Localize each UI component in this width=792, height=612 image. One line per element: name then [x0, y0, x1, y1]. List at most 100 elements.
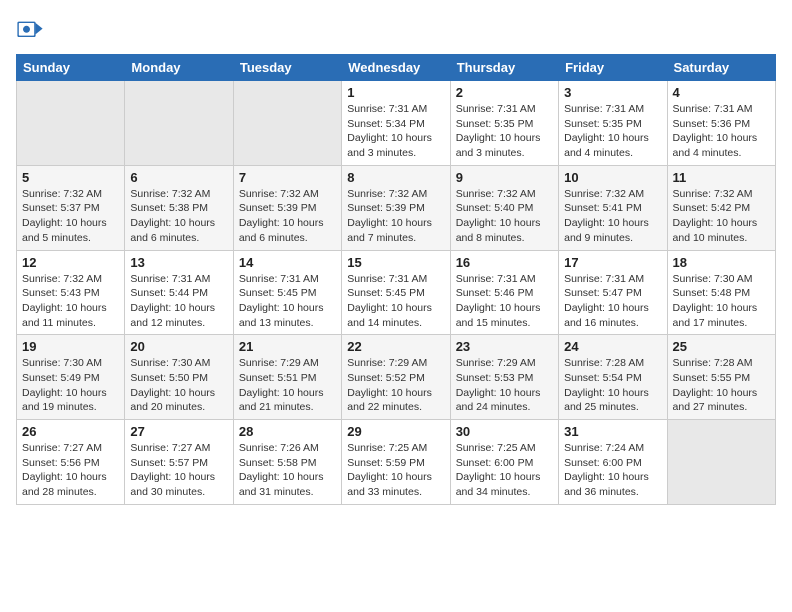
day-number: 11 — [673, 170, 770, 185]
calendar-cell: 16 Sunrise: 7:31 AM Sunset: 5:46 PM Dayli… — [450, 250, 558, 335]
calendar-cell: 17 Sunrise: 7:31 AM Sunset: 5:47 PM Dayli… — [559, 250, 667, 335]
day-info: Sunrise: 7:32 AM Sunset: 5:40 PM Dayligh… — [456, 187, 553, 246]
calendar-week-row: 12 Sunrise: 7:32 AM Sunset: 5:43 PM Dayli… — [17, 250, 776, 335]
calendar-cell: 14 Sunrise: 7:31 AM Sunset: 5:45 PM Dayli… — [233, 250, 341, 335]
day-number: 10 — [564, 170, 661, 185]
calendar-cell: 8 Sunrise: 7:32 AM Sunset: 5:39 PM Daylig… — [342, 165, 450, 250]
day-number: 3 — [564, 85, 661, 100]
calendar-cell — [233, 81, 341, 166]
day-info: Sunrise: 7:31 AM Sunset: 5:35 PM Dayligh… — [564, 102, 661, 161]
calendar-week-row: 26 Sunrise: 7:27 AM Sunset: 5:56 PM Dayli… — [17, 420, 776, 505]
day-number: 1 — [347, 85, 444, 100]
day-number: 17 — [564, 255, 661, 270]
calendar-cell: 24 Sunrise: 7:28 AM Sunset: 5:54 PM Dayli… — [559, 335, 667, 420]
calendar-cell: 6 Sunrise: 7:32 AM Sunset: 5:38 PM Daylig… — [125, 165, 233, 250]
day-number: 25 — [673, 339, 770, 354]
day-info: Sunrise: 7:30 AM Sunset: 5:50 PM Dayligh… — [130, 356, 227, 415]
day-number: 29 — [347, 424, 444, 439]
day-info: Sunrise: 7:32 AM Sunset: 5:39 PM Dayligh… — [347, 187, 444, 246]
weekday-header: Wednesday — [342, 55, 450, 81]
day-number: 13 — [130, 255, 227, 270]
calendar-cell: 3 Sunrise: 7:31 AM Sunset: 5:35 PM Daylig… — [559, 81, 667, 166]
calendar-cell: 28Sunrise: 7:26 AM Sunset: 5:58 PM Dayli… — [233, 420, 341, 505]
day-info: Sunrise: 7:32 AM Sunset: 5:42 PM Dayligh… — [673, 187, 770, 246]
calendar-cell: 11 Sunrise: 7:32 AM Sunset: 5:42 PM Dayli… — [667, 165, 775, 250]
day-info: Sunrise: 7:29 AM Sunset: 5:53 PM Dayligh… — [456, 356, 553, 415]
calendar-cell: 20 Sunrise: 7:30 AM Sunset: 5:50 PM Dayli… — [125, 335, 233, 420]
calendar-cell: 29Sunrise: 7:25 AM Sunset: 5:59 PM Dayli… — [342, 420, 450, 505]
day-number: 26 — [22, 424, 119, 439]
day-info: Sunrise: 7:31 AM Sunset: 5:45 PM Dayligh… — [347, 272, 444, 331]
calendar-cell: 18 Sunrise: 7:30 AM Sunset: 5:48 PM Dayli… — [667, 250, 775, 335]
day-info: Sunrise: 7:30 AM Sunset: 5:49 PM Dayligh… — [22, 356, 119, 415]
weekday-header: Friday — [559, 55, 667, 81]
day-info: Sunrise: 7:30 AM Sunset: 5:48 PM Dayligh… — [673, 272, 770, 331]
day-info: Sunrise: 7:31 AM Sunset: 5:34 PM Dayligh… — [347, 102, 444, 161]
day-info: Sunrise: 7:31 AM Sunset: 5:46 PM Dayligh… — [456, 272, 553, 331]
day-number: 14 — [239, 255, 336, 270]
day-number: 5 — [22, 170, 119, 185]
logo-icon — [16, 16, 44, 44]
day-info: Sunrise: 7:32 AM Sunset: 5:37 PM Dayligh… — [22, 187, 119, 246]
calendar-cell — [667, 420, 775, 505]
calendar-cell: 30 Sunrise: 7:25 AM Sunset: 6:00 PM Dayli… — [450, 420, 558, 505]
calendar-week-row: 5 Sunrise: 7:32 AM Sunset: 5:37 PM Daylig… — [17, 165, 776, 250]
calendar-cell: 31 Sunrise: 7:24 AM Sunset: 6:00 PM Dayli… — [559, 420, 667, 505]
day-number: 2 — [456, 85, 553, 100]
calendar-cell: 22 Sunrise: 7:29 AM Sunset: 5:52 PM Dayli… — [342, 335, 450, 420]
calendar-cell: 27Sunrise: 7:27 AM Sunset: 5:57 PM Dayli… — [125, 420, 233, 505]
calendar-cell: 19 Sunrise: 7:30 AM Sunset: 5:49 PM Dayli… — [17, 335, 125, 420]
weekday-header: Tuesday — [233, 55, 341, 81]
calendar-cell — [125, 81, 233, 166]
day-number: 23 — [456, 339, 553, 354]
calendar-cell: 2 Sunrise: 7:31 AM Sunset: 5:35 PM Daylig… — [450, 81, 558, 166]
calendar-cell: 4 Sunrise: 7:31 AM Sunset: 5:36 PM Daylig… — [667, 81, 775, 166]
day-number: 8 — [347, 170, 444, 185]
calendar-cell — [17, 81, 125, 166]
weekday-header: Monday — [125, 55, 233, 81]
day-number: 21 — [239, 339, 336, 354]
day-number: 9 — [456, 170, 553, 185]
day-number: 12 — [22, 255, 119, 270]
calendar-cell: 15 Sunrise: 7:31 AM Sunset: 5:45 PM Dayli… — [342, 250, 450, 335]
calendar-cell: 25 Sunrise: 7:28 AM Sunset: 5:55 PM Dayli… — [667, 335, 775, 420]
day-number: 19 — [22, 339, 119, 354]
calendar-cell: 12 Sunrise: 7:32 AM Sunset: 5:43 PM Dayli… — [17, 250, 125, 335]
day-info: Sunrise: 7:32 AM Sunset: 5:41 PM Dayligh… — [564, 187, 661, 246]
day-info: Sunrise: 7:32 AM Sunset: 5:38 PM Dayligh… — [130, 187, 227, 246]
weekday-header: Sunday — [17, 55, 125, 81]
day-info: Sunrise: 7:31 AM Sunset: 5:47 PM Dayligh… — [564, 272, 661, 331]
day-info: Sunrise: 7:25 AM Sunset: 6:00 PM Dayligh… — [456, 441, 553, 500]
day-number: 7 — [239, 170, 336, 185]
day-info: Sunrise: 7:31 AM Sunset: 5:45 PM Dayligh… — [239, 272, 336, 331]
day-number: 24 — [564, 339, 661, 354]
day-info: Sunrise: 7:28 AM Sunset: 5:54 PM Dayligh… — [564, 356, 661, 415]
day-number: 6 — [130, 170, 227, 185]
calendar-week-row: 1 Sunrise: 7:31 AM Sunset: 5:34 PM Daylig… — [17, 81, 776, 166]
day-info: Sunrise: 7:26 AM Sunset: 5:58 PM Dayligh… — [239, 441, 336, 500]
day-info: Sunrise: 7:32 AM Sunset: 5:43 PM Dayligh… — [22, 272, 119, 331]
day-info: Sunrise: 7:27 AM Sunset: 5:56 PM Dayligh… — [22, 441, 119, 500]
day-number: 18 — [673, 255, 770, 270]
calendar-cell: 9 Sunrise: 7:32 AM Sunset: 5:40 PM Daylig… — [450, 165, 558, 250]
day-info: Sunrise: 7:32 AM Sunset: 5:39 PM Dayligh… — [239, 187, 336, 246]
day-number: 22 — [347, 339, 444, 354]
day-number: 20 — [130, 339, 227, 354]
calendar-cell: 23 Sunrise: 7:29 AM Sunset: 5:53 PM Dayli… — [450, 335, 558, 420]
day-info: Sunrise: 7:31 AM Sunset: 5:44 PM Dayligh… — [130, 272, 227, 331]
calendar-header-row: SundayMondayTuesdayWednesdayThursdayFrid… — [17, 55, 776, 81]
calendar-cell: 7 Sunrise: 7:32 AM Sunset: 5:39 PM Daylig… — [233, 165, 341, 250]
day-info: Sunrise: 7:28 AM Sunset: 5:55 PM Dayligh… — [673, 356, 770, 415]
day-info: Sunrise: 7:31 AM Sunset: 5:35 PM Dayligh… — [456, 102, 553, 161]
day-number: 4 — [673, 85, 770, 100]
day-number: 16 — [456, 255, 553, 270]
calendar-cell: 5 Sunrise: 7:32 AM Sunset: 5:37 PM Daylig… — [17, 165, 125, 250]
day-number: 30 — [456, 424, 553, 439]
day-number: 31 — [564, 424, 661, 439]
day-info: Sunrise: 7:24 AM Sunset: 6:00 PM Dayligh… — [564, 441, 661, 500]
day-info: Sunrise: 7:31 AM Sunset: 5:36 PM Dayligh… — [673, 102, 770, 161]
weekday-header: Thursday — [450, 55, 558, 81]
calendar-cell: 10 Sunrise: 7:32 AM Sunset: 5:41 PM Dayli… — [559, 165, 667, 250]
day-number: 15 — [347, 255, 444, 270]
day-info: Sunrise: 7:29 AM Sunset: 5:52 PM Dayligh… — [347, 356, 444, 415]
